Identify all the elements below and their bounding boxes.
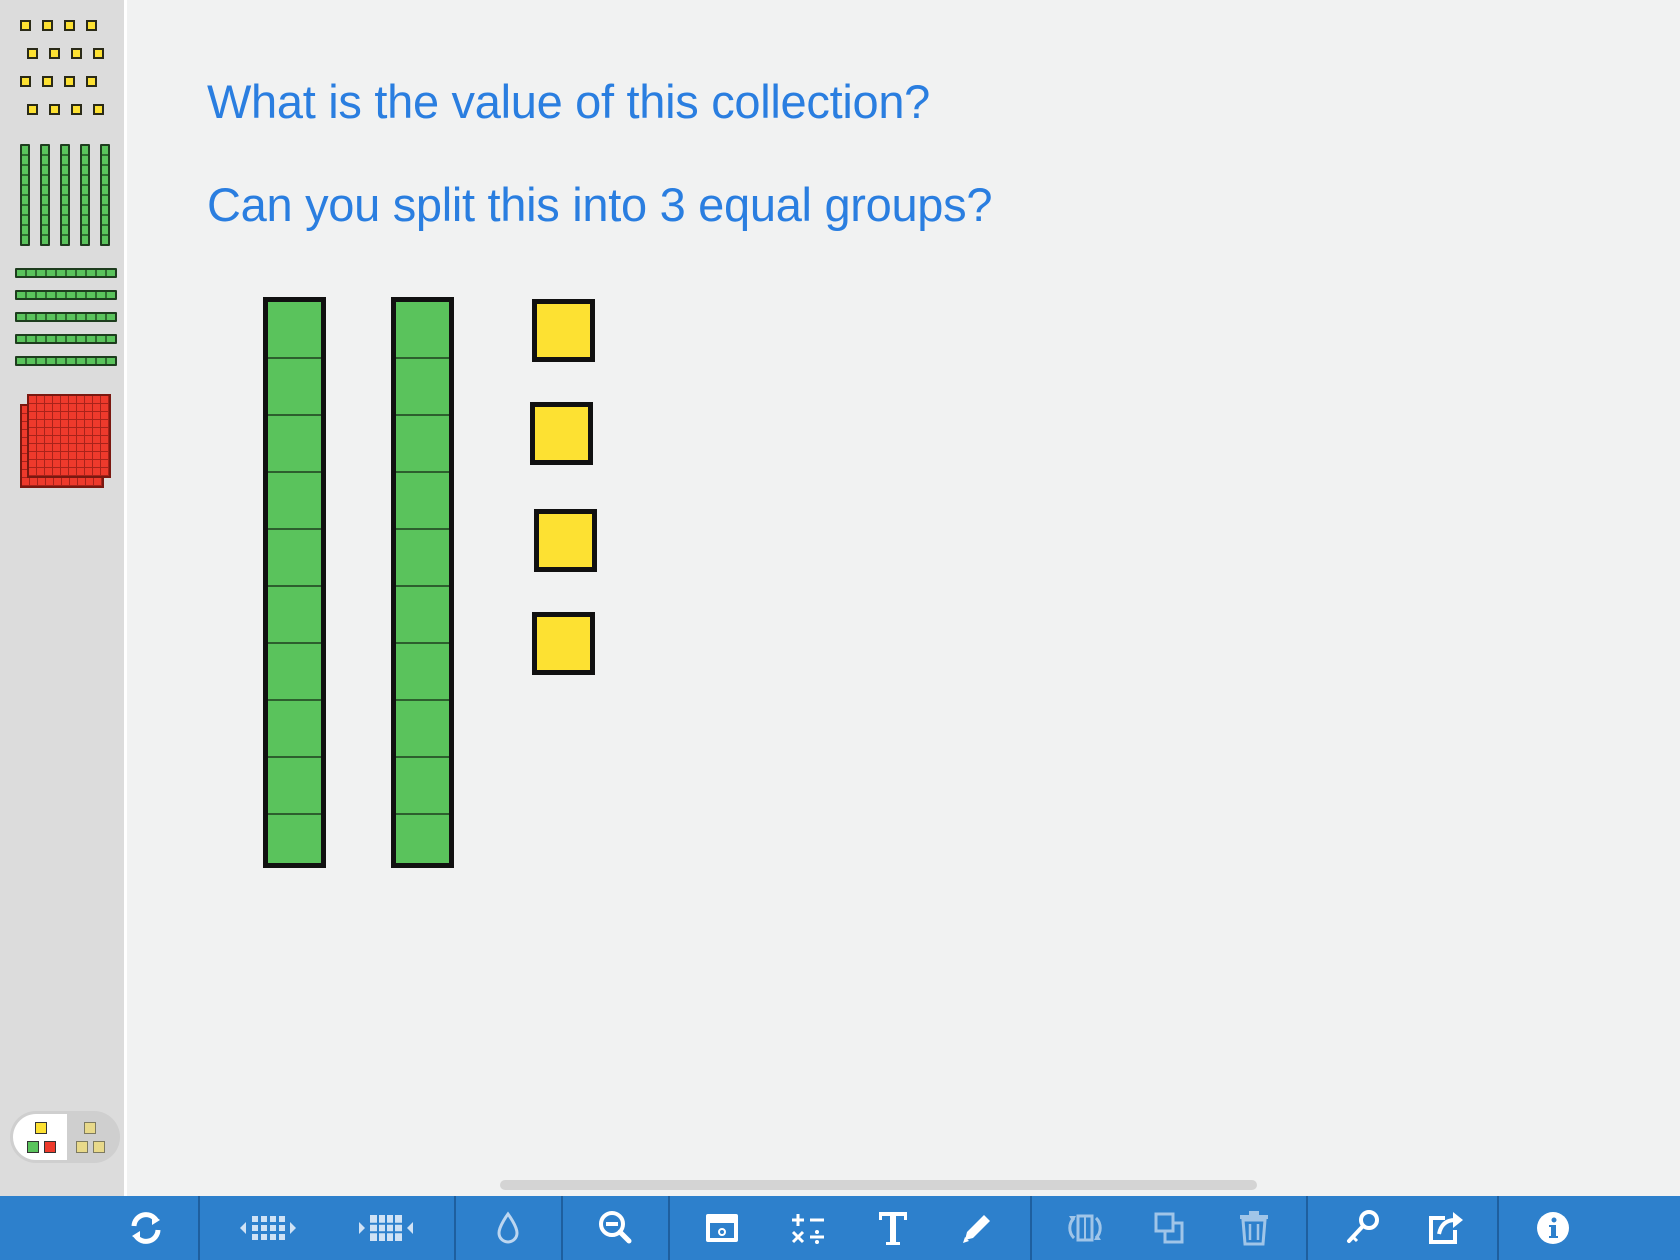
unit-cube[interactable] — [532, 612, 595, 675]
cover-box-icon — [706, 1214, 738, 1242]
palette-vertical-rod — [60, 144, 70, 246]
key-button[interactable] — [1337, 1196, 1387, 1260]
toolbar-separator — [1497, 1196, 1499, 1260]
hundreds-flat-front — [27, 394, 111, 478]
palette-flats[interactable] — [18, 392, 114, 496]
palette-unit-cube — [86, 76, 97, 87]
bottom-toolbar — [0, 1196, 1680, 1260]
expand-grid-button[interactable] — [350, 1196, 422, 1260]
info-button[interactable] — [1528, 1196, 1578, 1260]
plain-icon-right — [93, 1141, 105, 1153]
break-apart-button[interactable] — [1058, 1196, 1112, 1260]
color-icon-green — [27, 1141, 39, 1153]
palette-horizontal-rod — [15, 312, 117, 322]
unit-cube[interactable] — [534, 509, 597, 572]
fill-color-button[interactable] — [484, 1196, 532, 1260]
plain-icon-left — [76, 1141, 88, 1153]
zoom-out-icon — [599, 1211, 632, 1244]
palette-vertical-rod — [100, 144, 110, 246]
palette-unit-cube — [71, 104, 82, 115]
tens-rod[interactable] — [263, 297, 326, 868]
palette-unit-cube — [20, 76, 31, 87]
palette-unit-cube — [27, 48, 38, 59]
palette-vertical-rod — [20, 144, 30, 246]
cover-button[interactable] — [697, 1196, 747, 1260]
palette-unit-cube — [42, 76, 53, 87]
drop-icon — [497, 1211, 519, 1244]
palette-vertical-rod — [40, 144, 50, 246]
trash-icon — [1240, 1211, 1268, 1246]
palette-unit-cube — [49, 104, 60, 115]
palette-unit-cube — [93, 48, 104, 59]
palette-unit-cube — [86, 20, 97, 31]
delete-button[interactable] — [1230, 1196, 1278, 1260]
text-icon — [879, 1212, 907, 1245]
color-icon-yellow — [35, 1122, 47, 1134]
break-apart-icon — [1068, 1214, 1102, 1242]
palette-units[interactable] — [18, 20, 114, 122]
share-icon — [1429, 1212, 1463, 1244]
palette-vertical-rod — [80, 144, 90, 246]
share-button[interactable] — [1420, 1196, 1472, 1260]
refresh-icon — [131, 1212, 161, 1244]
block-palette — [0, 0, 127, 1196]
toolbar-separator — [1306, 1196, 1308, 1260]
shrink-grid-button[interactable] — [232, 1196, 304, 1260]
unit-cube[interactable] — [532, 299, 595, 362]
grid-shrink-icon — [240, 1216, 296, 1240]
info-icon — [1537, 1212, 1569, 1244]
draw-button[interactable] — [952, 1196, 1002, 1260]
toolbar-separator — [454, 1196, 456, 1260]
palette-horizontal-rod — [15, 334, 117, 344]
palette-horizontal-rod — [15, 290, 117, 300]
color-icon-red — [44, 1141, 56, 1153]
toolbar-separator — [198, 1196, 200, 1260]
palette-unit-cube — [64, 20, 75, 31]
duplicate-icon — [1154, 1212, 1184, 1244]
grid-expand-icon — [359, 1215, 413, 1241]
color-style-option[interactable] — [13, 1114, 67, 1160]
palette-vertical-rods[interactable] — [18, 144, 114, 248]
pencil-icon — [963, 1215, 990, 1243]
prompt-value-question: What is the value of this collection? — [207, 75, 931, 128]
palette-horizontal-rod — [15, 268, 117, 278]
workspace-canvas[interactable]: What is the value of this collection? Ca… — [127, 0, 1680, 1196]
toolbar-separator — [668, 1196, 670, 1260]
block-style-toggle[interactable] — [10, 1111, 120, 1163]
toolbar-separator — [561, 1196, 563, 1260]
math-operations-button[interactable] — [782, 1196, 834, 1260]
toolbar-separator — [1030, 1196, 1032, 1260]
tens-rod[interactable] — [391, 297, 454, 868]
palette-horizontal-rod — [15, 356, 117, 366]
unit-cube[interactable] — [530, 402, 593, 465]
horizontal-scrollbar[interactable] — [500, 1180, 1257, 1190]
zoom-out-button[interactable] — [590, 1196, 640, 1260]
palette-unit-cube — [20, 20, 31, 31]
palette-unit-cube — [71, 48, 82, 59]
palette-unit-cube — [64, 76, 75, 87]
palette-unit-cube — [27, 104, 38, 115]
plain-icon-top — [84, 1122, 96, 1134]
reset-button[interactable] — [116, 1196, 176, 1260]
palette-horizontal-rods[interactable] — [13, 268, 119, 372]
text-button[interactable] — [868, 1196, 918, 1260]
palette-unit-cube — [93, 104, 104, 115]
key-icon — [1347, 1210, 1379, 1243]
duplicate-button[interactable] — [1146, 1196, 1194, 1260]
prompt-split-question: Can you split this into 3 equal groups? — [207, 178, 993, 231]
plain-style-option[interactable] — [67, 1114, 117, 1160]
operations-icon — [791, 1214, 824, 1244]
palette-unit-cube — [49, 48, 60, 59]
palette-unit-cube — [42, 20, 53, 31]
